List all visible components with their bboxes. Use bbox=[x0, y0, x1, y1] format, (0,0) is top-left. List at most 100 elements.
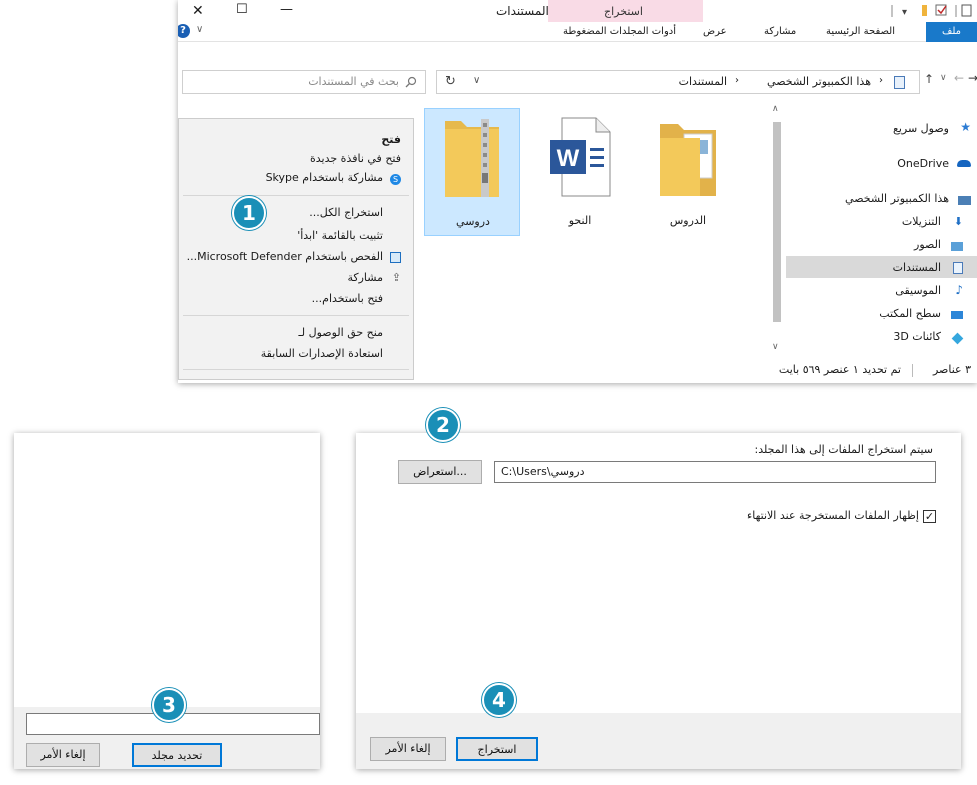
3d-objects-icon bbox=[951, 332, 964, 345]
scroll-down-icon[interactable]: ∨ bbox=[772, 342, 779, 352]
nav-pictures[interactable]: الصور bbox=[914, 238, 941, 251]
tab-file[interactable]: ملف bbox=[926, 22, 977, 42]
show-files-checkbox[interactable]: ✓ bbox=[923, 510, 936, 523]
nav-scrollbar[interactable]: ∧ ∨ bbox=[770, 104, 784, 358]
share-icon: ⇪ bbox=[391, 271, 401, 284]
desktop-icon bbox=[951, 311, 963, 319]
breadcrumb: المستندات › هذا الكمبيوتر الشخصي › bbox=[497, 71, 915, 93]
file-item-zip[interactable]: دروسي bbox=[424, 108, 520, 236]
address-bar[interactable]: ↻ ∨ المستندات › هذا الكمبيوتر الشخصي › bbox=[436, 70, 920, 94]
pictures-icon bbox=[951, 242, 963, 251]
quick-access-toolbar-icon[interactable]: ▾ bbox=[878, 4, 973, 18]
this-pc-icon bbox=[958, 196, 971, 205]
nav-downloads[interactable]: التنزيلات bbox=[902, 215, 941, 228]
menu-item-pin-to-start[interactable]: تثبيت بالقائمة 'ابدأ' bbox=[297, 229, 383, 242]
music-icon: ♪ bbox=[955, 283, 963, 297]
destination-path-field[interactable]: C:\Users\دروسي bbox=[494, 461, 936, 483]
menu-item-open-new-window[interactable]: فتح في نافذة جديدة bbox=[310, 152, 401, 165]
extract-button[interactable]: استخراج bbox=[456, 737, 538, 761]
tab-compressed-folder-tools[interactable]: أدوات المجلدات المضغوطة bbox=[563, 26, 676, 37]
tab-share[interactable]: مشاركة bbox=[764, 26, 796, 37]
quick-access-icon: ★ bbox=[960, 120, 971, 134]
minimize-button[interactable]: — bbox=[280, 2, 293, 17]
folder-icon bbox=[660, 124, 716, 196]
menu-item-share[interactable]: مشاركة bbox=[347, 271, 383, 284]
extract-footer: إلغاء الأمر استخراج bbox=[356, 713, 961, 769]
browse-button[interactable]: استعراض... bbox=[398, 460, 482, 484]
file-item-word[interactable]: W النحو bbox=[532, 108, 628, 236]
breadcrumb-separator-icon: › bbox=[735, 75, 739, 86]
nav-quick-access[interactable]: وصول سريع bbox=[893, 122, 949, 135]
zip-folder-icon bbox=[445, 119, 499, 197]
scroll-thumb[interactable] bbox=[773, 122, 781, 322]
address-dropdown-icon[interactable]: ∨ bbox=[473, 75, 480, 86]
context-menu: فتح فتح في نافذة جديدة S مشاركة باستخدام… bbox=[178, 118, 414, 380]
recent-locations-icon[interactable]: ∨ bbox=[940, 73, 947, 83]
documents-location-icon bbox=[894, 76, 905, 89]
onedrive-icon bbox=[957, 160, 971, 167]
svg-text:W: W bbox=[557, 145, 580, 172]
help-icon[interactable]: ? bbox=[178, 24, 190, 38]
menu-item-scan-defender[interactable]: الفحص باستخدام Microsoft Defender... bbox=[187, 250, 383, 263]
step-badge-1: 1 bbox=[232, 196, 266, 230]
contextual-tab-group-label: استخراج bbox=[604, 5, 643, 18]
step-badge-2: 2 bbox=[426, 408, 460, 442]
window-title: المستندات bbox=[496, 4, 549, 18]
scroll-up-icon[interactable]: ∧ bbox=[772, 104, 779, 114]
menu-item-share-skype[interactable]: مشاركة باستخدام Skype bbox=[266, 171, 383, 184]
file-item-folder[interactable]: الدروس bbox=[640, 108, 736, 236]
step-badge-3: 3 bbox=[152, 688, 186, 722]
nav-documents[interactable]: المستندات bbox=[893, 261, 941, 274]
menu-separator bbox=[183, 195, 409, 196]
breadcrumb-documents[interactable]: المستندات bbox=[679, 75, 727, 88]
search-box[interactable]: بحث في المستندات bbox=[182, 70, 426, 94]
breadcrumb-this-pc[interactable]: هذا الكمبيوتر الشخصي bbox=[767, 75, 871, 88]
svg-text:▾: ▾ bbox=[902, 7, 907, 18]
ribbon-expand-icon[interactable]: ∨ bbox=[196, 24, 203, 35]
nav-desktop[interactable]: سطح المكتب bbox=[879, 307, 941, 320]
nav-3d-objects[interactable]: كائنات ‎3D bbox=[893, 330, 941, 343]
menu-item-extract-all[interactable]: استخراج الكل... bbox=[309, 206, 383, 219]
word-document-icon: W bbox=[550, 117, 611, 197]
status-selection: تم تحديد ١ عنصر ٥٦٩ بايت bbox=[778, 363, 901, 376]
forward-arrow-icon[interactable]: ← bbox=[954, 71, 964, 85]
refresh-icon[interactable]: ↻ bbox=[445, 74, 456, 89]
cancel-button[interactable]: إلغاء الأمر bbox=[370, 737, 446, 761]
file-name: دروسي bbox=[456, 215, 490, 228]
tab-view[interactable]: عرض bbox=[703, 26, 727, 37]
nav-selected-highlight bbox=[786, 256, 977, 278]
up-arrow-icon[interactable]: ↑ bbox=[924, 72, 934, 86]
breadcrumb-separator-icon: › bbox=[879, 75, 883, 86]
extract-dialog: سيتم استخراج الملفات إلى هذا المجلد: C:\… bbox=[356, 433, 961, 769]
ribbon-tabs: ? ∨ أدوات المجلدات المضغوطة عرض مشاركة ا… bbox=[178, 22, 977, 42]
file-list: دروسي W النحو الدروس bbox=[424, 104, 764, 364]
status-separator bbox=[912, 364, 913, 377]
cancel-button[interactable]: إلغاء الأمر bbox=[26, 743, 100, 767]
select-folder-button[interactable]: تحديد مجلد bbox=[132, 743, 222, 767]
search-icon bbox=[405, 76, 417, 88]
quick-access-icons[interactable]: ▾ bbox=[878, 4, 973, 18]
menu-item-give-access[interactable]: منح حق الوصول لـ bbox=[299, 326, 383, 339]
search-placeholder: بحث في المستندات bbox=[308, 75, 399, 88]
nav-this-pc[interactable]: هذا الكمبيوتر الشخصي bbox=[845, 192, 949, 205]
extract-body: سيتم استخراج الملفات إلى هذا المجلد: C:\… bbox=[356, 433, 961, 713]
downloads-icon: ⬇ bbox=[953, 215, 963, 228]
file-name: الدروس bbox=[669, 214, 707, 227]
menu-item-restore-versions[interactable]: استعادة الإصدارات السابقة bbox=[261, 347, 383, 360]
nav-music[interactable]: الموسيقى bbox=[895, 284, 941, 297]
destination-path-value: C:\Users\دروسي bbox=[501, 465, 585, 478]
back-arrow-icon[interactable]: → bbox=[968, 71, 977, 85]
maximize-button[interactable]: ☐ bbox=[236, 2, 248, 17]
nav-onedrive[interactable]: OneDrive bbox=[897, 157, 949, 170]
tab-home[interactable]: الصفحة الرئيسية bbox=[826, 26, 895, 37]
show-files-label[interactable]: إظهار الملفات المستخرجة عند الانتهاء bbox=[747, 509, 919, 522]
menu-item-open-with[interactable]: فتح باستخدام... bbox=[312, 292, 383, 305]
close-button[interactable]: ✕ bbox=[192, 3, 204, 19]
folder-tree-area bbox=[14, 433, 320, 707]
defender-icon bbox=[390, 252, 401, 263]
extract-prompt: سيتم استخراج الملفات إلى هذا المجلد: bbox=[754, 443, 933, 456]
status-item-count: ٣ عناصر bbox=[932, 363, 971, 376]
menu-item-open[interactable]: فتح bbox=[381, 133, 401, 146]
documents-icon bbox=[953, 262, 963, 274]
file-explorer-window: ✕ ☐ — المستندات ▾ استخراج ? ∨ أدوات المج… bbox=[178, 0, 977, 383]
